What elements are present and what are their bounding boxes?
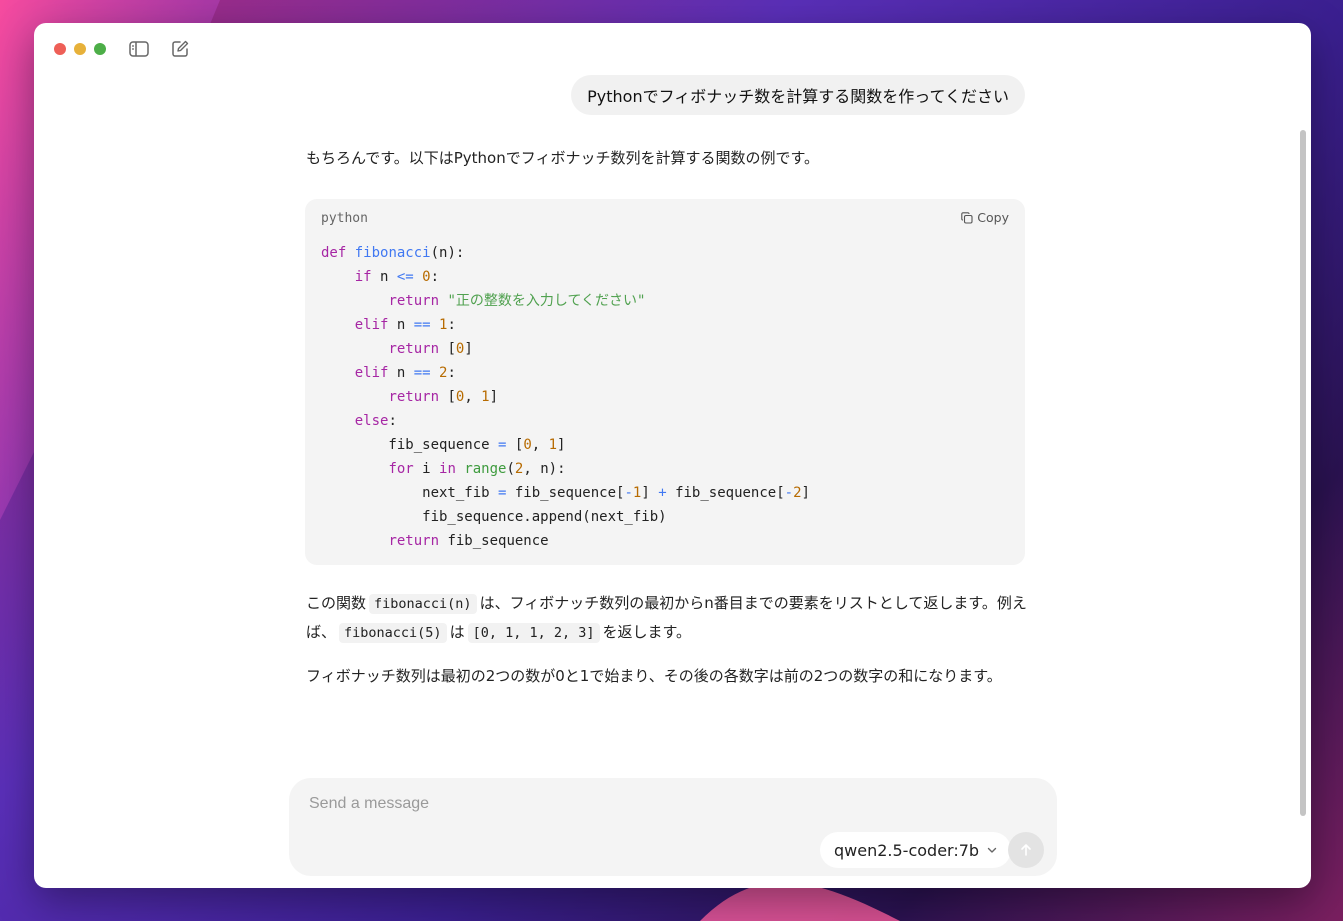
- code-line: fib_sequence = [0, 1]: [321, 437, 566, 453]
- code-content: def fibonacci(n): if n <= 0: return "正の整…: [321, 241, 810, 553]
- code-line: elif n == 2:: [354, 365, 456, 381]
- assistant-summary: フィボナッチ数列は最初の2つの数が0と1で始まり、その後の各数字は前の2つの数字…: [306, 667, 1002, 685]
- code-block: python Copy def fibonacci(n): if n <= 0:…: [305, 199, 1025, 565]
- inline-code: [0, 1, 1, 2, 3]: [467, 623, 600, 643]
- model-name: qwen2.5-coder:7b: [834, 840, 980, 860]
- user-message-text: Pythonでフィボナッチ数を計算する関数を作ってください: [587, 87, 1009, 106]
- sidebar-toggle-button[interactable]: [127, 38, 151, 60]
- inline-code: fibonacci(n): [369, 594, 477, 614]
- code-line: fib_sequence.append(next_fib): [321, 509, 667, 525]
- text: を返します。: [602, 623, 692, 641]
- sidebar-toggle-icon: [129, 41, 149, 57]
- minimize-button[interactable]: [74, 43, 86, 55]
- inline-code: fibonacci(5): [339, 623, 447, 643]
- message-input[interactable]: [307, 794, 1011, 814]
- assistant-intro: もちろんです。以下はPythonでフィボナッチ数列を計算する関数の例です。: [306, 149, 819, 167]
- message-composer: qwen2.5-coder:7b: [289, 778, 1057, 876]
- user-message-bubble: Pythonでフィボナッチ数を計算する関数を作ってください: [571, 75, 1025, 115]
- copy-icon: [961, 211, 973, 224]
- arrow-up-icon: [1021, 844, 1031, 856]
- code-line: def fibonacci(n):: [321, 245, 465, 261]
- code-line: next_fib = fib_sequence[-1] + fib_sequen…: [321, 485, 810, 501]
- new-chat-icon: [172, 40, 189, 57]
- scrollbar-thumb[interactable]: [1300, 130, 1306, 816]
- code-line: return "正の整数を入力してください": [388, 293, 646, 309]
- copy-label: Copy: [977, 210, 1009, 225]
- assistant-explanation: この関数 fibonacci(n) は、フィボナッチ数列の最初からn番目までの要素を…: [306, 589, 1030, 647]
- maximize-button[interactable]: [94, 43, 106, 55]
- close-button[interactable]: [54, 43, 66, 55]
- titlebar: [34, 23, 1311, 75]
- copy-button[interactable]: Copy: [961, 210, 1009, 225]
- code-line: for i in range(2, n):: [388, 461, 566, 477]
- text: は: [449, 623, 465, 641]
- code-line: return [0, 1]: [388, 389, 499, 405]
- text: この関数: [306, 594, 367, 612]
- chat-window: Pythonでフィボナッチ数を計算する関数を作ってください もちろんです。以下は…: [34, 23, 1311, 888]
- send-button[interactable]: [1008, 832, 1044, 868]
- code-line: elif n == 1:: [354, 317, 456, 333]
- code-line: else:: [354, 413, 397, 429]
- code-language-label: python: [321, 211, 368, 226]
- code-line: return [0]: [388, 341, 473, 357]
- code-line: if n <= 0:: [354, 269, 440, 285]
- model-selector[interactable]: qwen2.5-coder:7b: [820, 832, 1012, 868]
- scrollbar[interactable]: [1295, 75, 1311, 830]
- code-line: return fib_sequence: [388, 533, 549, 549]
- chevron-down-icon: [987, 847, 997, 853]
- new-chat-button[interactable]: [168, 38, 192, 60]
